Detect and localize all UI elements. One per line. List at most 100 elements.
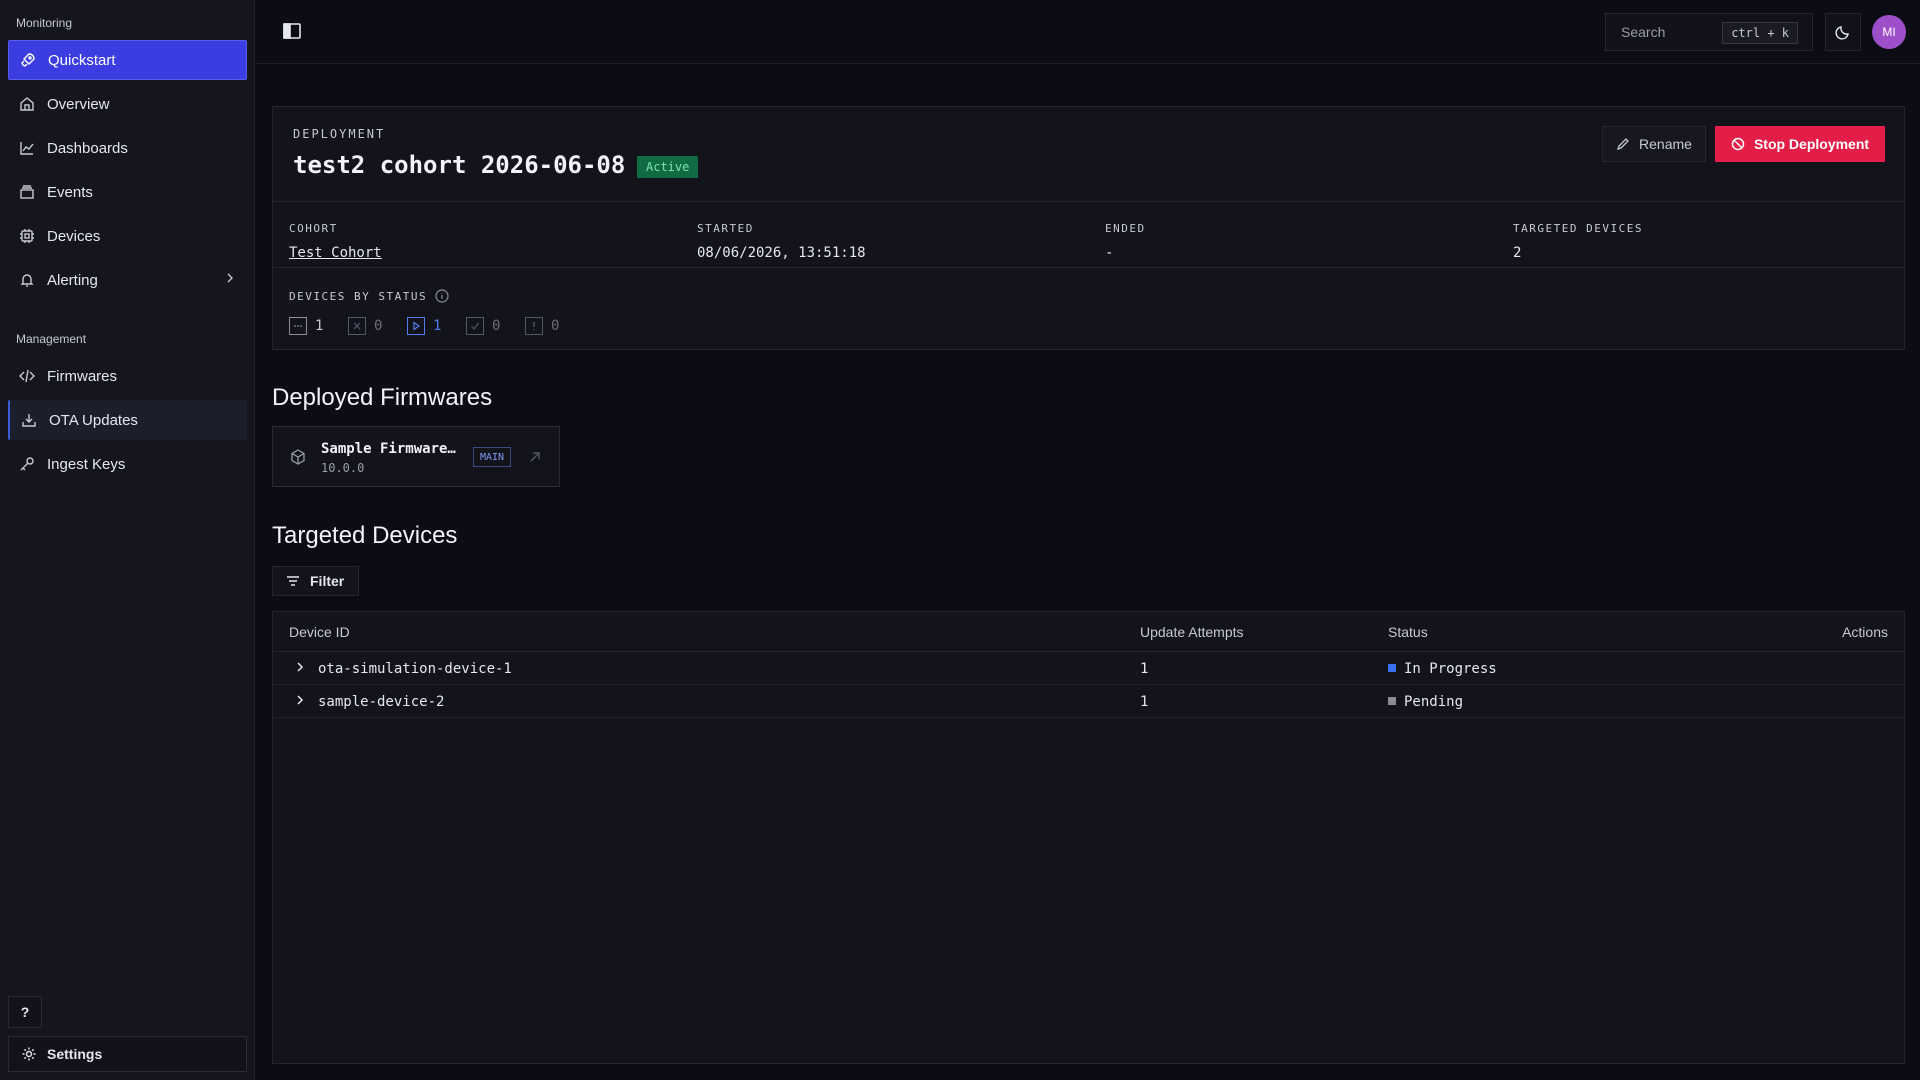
deployment-eyebrow: DEPLOYMENT (293, 127, 386, 141)
stop-deployment-button[interactable]: Stop Deployment (1715, 126, 1885, 162)
completed-icon (466, 317, 484, 335)
sidebar-item-label: Quickstart (48, 51, 116, 69)
sidebar-item-firmwares[interactable]: Firmwares (8, 356, 247, 396)
status-chip-in-progress[interactable]: 1 (407, 317, 441, 335)
status-text: In Progress (1404, 661, 1497, 677)
devices-by-status-label: DEVICES BY STATUS (289, 289, 449, 303)
filter-button[interactable]: Filter (272, 566, 359, 596)
cohort-meta: COHORT Test Cohort (289, 222, 382, 261)
chevron-right-icon[interactable] (293, 660, 307, 674)
status-count: 1 (315, 318, 324, 334)
settings-label: Settings (47, 1046, 103, 1062)
download-icon (20, 411, 38, 429)
targeted-devices-table: Device ID Update Attempts Status Actions… (272, 611, 1905, 1064)
stop-label: Stop Deployment (1753, 136, 1870, 152)
started-value: 08/06/2026, 13:51:18 (697, 245, 866, 261)
device-status: In Progress (1388, 661, 1497, 677)
chart-line-icon (18, 139, 36, 157)
sidebar-item-label: Overview (47, 95, 110, 113)
sidebar-toggle-icon[interactable] (282, 22, 302, 40)
sidebar-item-label: Alerting (47, 271, 98, 289)
layers-icon (18, 183, 36, 201)
firmware-name: Sample Firmware… (321, 441, 456, 457)
cohort-label: COHORT (289, 222, 338, 235)
ended-meta: ENDED - (1105, 222, 1146, 261)
sidebar-item-label: Firmwares (47, 367, 117, 385)
sidebar-item-events[interactable]: Events (8, 172, 247, 212)
gear-icon (21, 1046, 37, 1062)
pending-icon (289, 317, 307, 335)
devices-by-status-text: DEVICES BY STATUS (289, 289, 428, 303)
status-chip-error[interactable]: 0 (525, 317, 559, 335)
search-shortcut: ctrl + k (1722, 22, 1798, 44)
chevron-right-icon[interactable] (293, 693, 307, 707)
started-meta: STARTED 08/06/2026, 13:51:18 (697, 222, 866, 261)
status-chip-completed[interactable]: 0 (466, 317, 500, 335)
table-header: Device ID Update Attempts Status Actions (273, 612, 1904, 652)
package-icon (289, 448, 307, 466)
theme-toggle-button[interactable] (1825, 13, 1861, 51)
devices-by-status: DEVICES BY STATUS 1 0 1 0 0 (273, 268, 1904, 350)
targeted-label: TARGETED DEVICES (1513, 222, 1643, 235)
deployment-card: DEPLOYMENT test2 cohort 2026-06-08 Activ… (272, 106, 1905, 350)
error-icon (525, 317, 543, 335)
column-update-attempts[interactable]: Update Attempts (1140, 624, 1244, 640)
pencil-icon (1616, 137, 1630, 151)
sidebar-item-ingest-keys[interactable]: Ingest Keys (8, 444, 247, 484)
settings-button[interactable]: Settings (8, 1036, 247, 1072)
search-label: Search (1621, 24, 1666, 40)
status-count: 0 (374, 318, 383, 334)
sidebar-item-label: Devices (47, 227, 101, 245)
avatar[interactable]: MI (1872, 15, 1906, 49)
bell-icon (18, 271, 36, 289)
chip-icon (18, 227, 36, 245)
firmware-card[interactable]: Sample Firmware… 10.0.0 MAIN (272, 426, 560, 487)
rename-button[interactable]: Rename (1602, 126, 1706, 162)
column-status[interactable]: Status (1388, 624, 1428, 640)
rocket-icon (19, 51, 37, 69)
sidebar-item-label: Events (47, 183, 93, 201)
update-attempts: 1 (1140, 694, 1149, 710)
sidebar-item-label: Ingest Keys (47, 455, 126, 473)
cohort-link[interactable]: Test Cohort (289, 245, 382, 261)
external-link-icon[interactable] (527, 449, 543, 465)
status-indicator (1388, 664, 1396, 672)
sidebar-item-alerting[interactable]: Alerting (8, 260, 247, 300)
in-progress-icon (407, 317, 425, 335)
sidebar: Monitoring Quickstart Overview Dashboard… (0, 0, 255, 1080)
table-row[interactable]: sample-device-2 1 Pending (273, 685, 1904, 718)
filter-icon (286, 574, 300, 588)
status-chip-failed[interactable]: 0 (348, 317, 382, 335)
code-icon (18, 367, 36, 385)
home-icon (18, 95, 36, 113)
device-id: sample-device-2 (318, 694, 445, 710)
sidebar-item-label: Dashboards (47, 139, 128, 157)
status-count: 1 (433, 318, 442, 334)
sidebar-item-quickstart[interactable]: Quickstart (8, 40, 247, 80)
targeted-devices-heading: Targeted Devices (272, 522, 458, 549)
firmware-version: 10.0.0 (321, 461, 365, 475)
sidebar-item-devices[interactable]: Devices (8, 216, 247, 256)
key-icon (18, 455, 36, 473)
info-icon[interactable] (435, 289, 449, 303)
status-indicator (1388, 697, 1396, 705)
help-button[interactable]: ? (8, 996, 42, 1028)
sidebar-item-dashboards[interactable]: Dashboards (8, 128, 247, 168)
page-title: test2 cohort 2026-06-08 (293, 151, 626, 179)
status-chip-pending[interactable]: 1 (289, 317, 323, 335)
targeted-meta: TARGETED DEVICES 2 (1513, 222, 1643, 261)
deployed-firmwares-heading: Deployed Firmwares (272, 384, 493, 411)
ended-label: ENDED (1105, 222, 1146, 235)
column-actions: Actions (1842, 624, 1888, 640)
status-text: Pending (1404, 694, 1464, 710)
table-row[interactable]: ota-simulation-device-1 1 In Progress (273, 652, 1904, 685)
sidebar-item-overview[interactable]: Overview (8, 84, 247, 124)
management-section-label: Management (16, 332, 87, 346)
firmware-badge: MAIN (473, 447, 512, 467)
targeted-value: 2 (1513, 245, 1522, 261)
chevron-right-icon (223, 271, 237, 289)
started-label: STARTED (697, 222, 754, 235)
search-input[interactable]: Search ctrl + k (1605, 13, 1813, 51)
column-device-id[interactable]: Device ID (289, 624, 350, 640)
sidebar-item-ota-updates[interactable]: OTA Updates (8, 400, 247, 440)
